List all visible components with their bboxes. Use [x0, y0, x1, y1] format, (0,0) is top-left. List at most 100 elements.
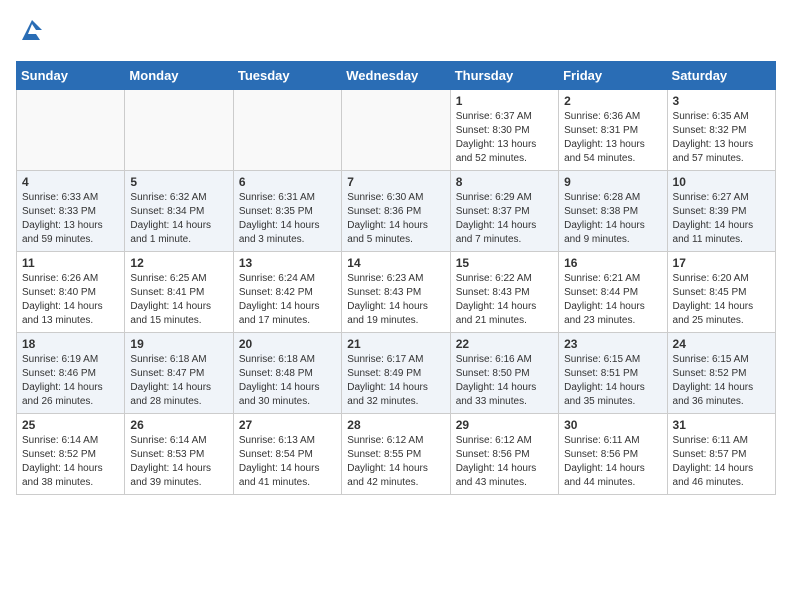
calendar-header-row: SundayMondayTuesdayWednesdayThursdayFrid… [17, 62, 776, 90]
day-info: Sunrise: 6:19 AM Sunset: 8:46 PM Dayligh… [22, 353, 119, 409]
day-number: 15 [456, 256, 553, 270]
day-info: Sunrise: 6:32 AM Sunset: 8:34 PM Dayligh… [130, 191, 227, 247]
calendar-cell: 20 Sunrise: 6:18 AM Sunset: 8:48 PM Dayli… [233, 333, 341, 414]
col-header-thursday: Thursday [450, 62, 558, 90]
day-number: 4 [22, 175, 119, 189]
calendar-cell: 15 Sunrise: 6:22 AM Sunset: 8:43 PM Dayli… [450, 252, 558, 333]
day-number: 28 [347, 418, 444, 432]
day-info: Sunrise: 6:36 AM Sunset: 8:31 PM Dayligh… [564, 110, 661, 166]
day-info: Sunrise: 6:18 AM Sunset: 8:48 PM Dayligh… [239, 353, 336, 409]
day-info: Sunrise: 6:11 AM Sunset: 8:57 PM Dayligh… [673, 434, 770, 490]
day-info: Sunrise: 6:12 AM Sunset: 8:55 PM Dayligh… [347, 434, 444, 490]
calendar-cell: 23 Sunrise: 6:15 AM Sunset: 8:51 PM Dayli… [559, 333, 667, 414]
logo-icon [18, 16, 46, 44]
calendar-cell: 17Sunrise: 6:20 AM Sunset: 8:45 PM Dayli… [667, 252, 775, 333]
day-info: Sunrise: 6:35 AM Sunset: 8:32 PM Dayligh… [673, 110, 770, 166]
day-number: 27 [239, 418, 336, 432]
calendar-week-row: 4 Sunrise: 6:33 AM Sunset: 8:33 PM Daylig… [17, 171, 776, 252]
day-info: Sunrise: 6:14 AM Sunset: 8:53 PM Dayligh… [130, 434, 227, 490]
calendar-cell: 22 Sunrise: 6:16 AM Sunset: 8:50 PM Dayli… [450, 333, 558, 414]
day-info: Sunrise: 6:11 AM Sunset: 8:56 PM Dayligh… [564, 434, 661, 490]
day-info: Sunrise: 6:15 AM Sunset: 8:52 PM Dayligh… [673, 353, 770, 409]
day-number: 19 [130, 337, 227, 351]
day-info: Sunrise: 6:29 AM Sunset: 8:37 PM Dayligh… [456, 191, 553, 247]
day-info: Sunrise: 6:23 AM Sunset: 8:43 PM Dayligh… [347, 272, 444, 328]
day-number: 8 [456, 175, 553, 189]
col-header-tuesday: Tuesday [233, 62, 341, 90]
day-number: 20 [239, 337, 336, 351]
calendar-cell [233, 90, 341, 171]
day-info: Sunrise: 6:21 AM Sunset: 8:44 PM Dayligh… [564, 272, 661, 328]
calendar-cell: 25 Sunrise: 6:14 AM Sunset: 8:52 PM Dayli… [17, 414, 125, 495]
calendar-cell: 21Sunrise: 6:17 AM Sunset: 8:49 PM Dayli… [342, 333, 450, 414]
day-number: 14 [347, 256, 444, 270]
day-number: 30 [564, 418, 661, 432]
calendar-cell: 28 Sunrise: 6:12 AM Sunset: 8:55 PM Dayli… [342, 414, 450, 495]
day-number: 1 [456, 94, 553, 108]
calendar-cell: 7Sunrise: 6:30 AM Sunset: 8:36 PM Daylig… [342, 171, 450, 252]
calendar-cell: 13Sunrise: 6:24 AM Sunset: 8:42 PM Dayli… [233, 252, 341, 333]
calendar-week-row: 11Sunrise: 6:26 AM Sunset: 8:40 PM Dayli… [17, 252, 776, 333]
day-info: Sunrise: 6:25 AM Sunset: 8:41 PM Dayligh… [130, 272, 227, 328]
day-number: 13 [239, 256, 336, 270]
calendar-cell: 12 Sunrise: 6:25 AM Sunset: 8:41 PM Dayli… [125, 252, 233, 333]
calendar-week-row: 25 Sunrise: 6:14 AM Sunset: 8:52 PM Dayli… [17, 414, 776, 495]
calendar-cell: 24 Sunrise: 6:15 AM Sunset: 8:52 PM Dayli… [667, 333, 775, 414]
day-number: 6 [239, 175, 336, 189]
day-number: 29 [456, 418, 553, 432]
calendar-cell [125, 90, 233, 171]
calendar-week-row: 18 Sunrise: 6:19 AM Sunset: 8:46 PM Dayli… [17, 333, 776, 414]
calendar-cell [342, 90, 450, 171]
calendar-cell: 11Sunrise: 6:26 AM Sunset: 8:40 PM Dayli… [17, 252, 125, 333]
calendar-cell: 14 Sunrise: 6:23 AM Sunset: 8:43 PM Dayli… [342, 252, 450, 333]
day-info: Sunrise: 6:16 AM Sunset: 8:50 PM Dayligh… [456, 353, 553, 409]
calendar-cell: 9 Sunrise: 6:28 AM Sunset: 8:38 PM Daylig… [559, 171, 667, 252]
day-number: 23 [564, 337, 661, 351]
day-number: 16 [564, 256, 661, 270]
calendar-cell: 26 Sunrise: 6:14 AM Sunset: 8:53 PM Dayli… [125, 414, 233, 495]
calendar-cell: 8 Sunrise: 6:29 AM Sunset: 8:37 PM Daylig… [450, 171, 558, 252]
logo [16, 16, 46, 49]
day-number: 2 [564, 94, 661, 108]
day-info: Sunrise: 6:13 AM Sunset: 8:54 PM Dayligh… [239, 434, 336, 490]
calendar-cell: 6Sunrise: 6:31 AM Sunset: 8:35 PM Daylig… [233, 171, 341, 252]
calendar-cell: 3Sunrise: 6:35 AM Sunset: 8:32 PM Daylig… [667, 90, 775, 171]
calendar-cell: 30 Sunrise: 6:11 AM Sunset: 8:56 PM Dayli… [559, 414, 667, 495]
day-number: 25 [22, 418, 119, 432]
calendar-cell: 19 Sunrise: 6:18 AM Sunset: 8:47 PM Dayli… [125, 333, 233, 414]
day-info: Sunrise: 6:22 AM Sunset: 8:43 PM Dayligh… [456, 272, 553, 328]
calendar-cell: 27 Sunrise: 6:13 AM Sunset: 8:54 PM Dayli… [233, 414, 341, 495]
calendar-cell: 31 Sunrise: 6:11 AM Sunset: 8:57 PM Dayli… [667, 414, 775, 495]
day-info: Sunrise: 6:26 AM Sunset: 8:40 PM Dayligh… [22, 272, 119, 328]
day-number: 26 [130, 418, 227, 432]
day-number: 9 [564, 175, 661, 189]
col-header-saturday: Saturday [667, 62, 775, 90]
calendar-cell: 29 Sunrise: 6:12 AM Sunset: 8:56 PM Dayli… [450, 414, 558, 495]
calendar-cell: 18 Sunrise: 6:19 AM Sunset: 8:46 PM Dayli… [17, 333, 125, 414]
page-header [16, 16, 776, 49]
calendar-cell: 5 Sunrise: 6:32 AM Sunset: 8:34 PM Daylig… [125, 171, 233, 252]
calendar-cell: 2 Sunrise: 6:36 AM Sunset: 8:31 PM Daylig… [559, 90, 667, 171]
day-number: 12 [130, 256, 227, 270]
calendar-cell [17, 90, 125, 171]
col-header-friday: Friday [559, 62, 667, 90]
calendar-cell: 16 Sunrise: 6:21 AM Sunset: 8:44 PM Dayli… [559, 252, 667, 333]
day-info: Sunrise: 6:28 AM Sunset: 8:38 PM Dayligh… [564, 191, 661, 247]
day-info: Sunrise: 6:12 AM Sunset: 8:56 PM Dayligh… [456, 434, 553, 490]
day-info: Sunrise: 6:20 AM Sunset: 8:45 PM Dayligh… [673, 272, 770, 328]
day-info: Sunrise: 6:18 AM Sunset: 8:47 PM Dayligh… [130, 353, 227, 409]
day-info: Sunrise: 6:14 AM Sunset: 8:52 PM Dayligh… [22, 434, 119, 490]
day-info: Sunrise: 6:33 AM Sunset: 8:33 PM Dayligh… [22, 191, 119, 247]
col-header-sunday: Sunday [17, 62, 125, 90]
day-number: 7 [347, 175, 444, 189]
day-number: 21 [347, 337, 444, 351]
day-number: 18 [22, 337, 119, 351]
day-number: 22 [456, 337, 553, 351]
day-number: 31 [673, 418, 770, 432]
day-info: Sunrise: 6:15 AM Sunset: 8:51 PM Dayligh… [564, 353, 661, 409]
day-number: 10 [673, 175, 770, 189]
col-header-wednesday: Wednesday [342, 62, 450, 90]
day-number: 5 [130, 175, 227, 189]
calendar-week-row: 1Sunrise: 6:37 AM Sunset: 8:30 PM Daylig… [17, 90, 776, 171]
day-number: 24 [673, 337, 770, 351]
